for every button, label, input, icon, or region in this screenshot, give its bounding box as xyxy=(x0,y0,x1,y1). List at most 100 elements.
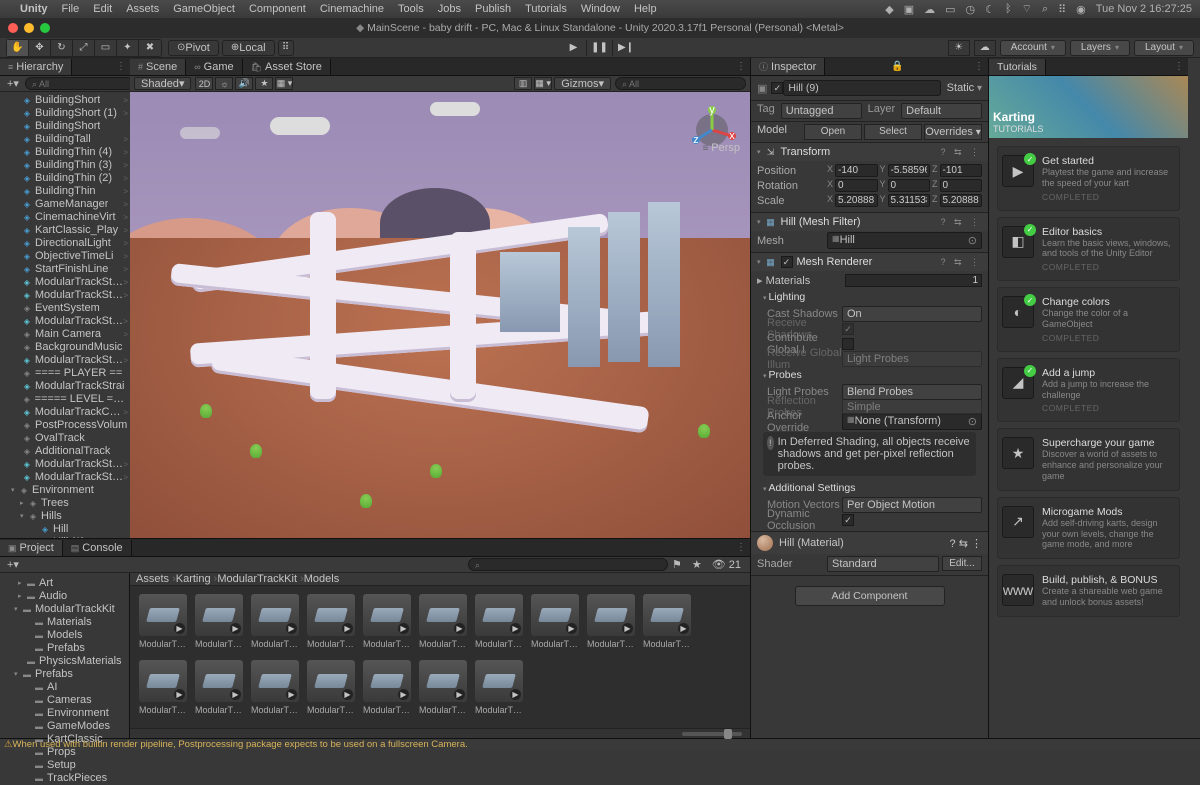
model-overrides-button[interactable]: Overrides ▾ xyxy=(924,124,982,140)
hierarchy-item[interactable]: ◈StartFinishLine> xyxy=(0,263,130,276)
menu-window[interactable]: Window xyxy=(581,3,620,15)
asset-item[interactable]: ModularTr… xyxy=(194,594,244,654)
scale-y-input[interactable] xyxy=(888,194,930,207)
mesh-field[interactable]: Hill⊙ xyxy=(827,232,982,249)
menu-jobs[interactable]: Jobs xyxy=(438,3,461,15)
collab-icon[interactable]: ☀ xyxy=(948,40,970,56)
inspector-lock-icon[interactable]: 🔒 xyxy=(891,61,903,72)
project-panel-menu-icon[interactable]: ⋮ xyxy=(736,542,746,553)
project-tab[interactable]: ▣Project xyxy=(0,540,63,556)
gameobject-enabled-checkbox[interactable] xyxy=(771,82,783,94)
contribute-gi-checkbox[interactable] xyxy=(842,338,854,350)
game-tab[interactable]: ∞Game xyxy=(186,59,242,75)
fx-toggle[interactable]: ★ xyxy=(255,77,273,90)
asset-item[interactable]: ModularTr… xyxy=(138,594,188,654)
scale-tool-button[interactable]: ⤢ xyxy=(73,40,95,56)
asset-item[interactable]: ModularTr… xyxy=(642,594,692,654)
hierarchy-item[interactable]: ◈==== PLAYER == xyxy=(0,367,130,380)
hierarchy-item[interactable]: ◈BuildingThin (3)> xyxy=(0,159,130,172)
hierarchy-item[interactable]: ◈Main Camera> xyxy=(0,328,130,341)
lighting-toggle[interactable]: ☼ xyxy=(215,77,233,90)
hand-tool-button[interactable]: ✋ xyxy=(7,40,29,56)
layout-dropdown[interactable]: Layout xyxy=(1134,40,1194,56)
scene-tab[interactable]: #Scene xyxy=(130,59,186,75)
menu-edit[interactable]: Edit xyxy=(93,3,112,15)
project-folder[interactable]: ▬Setup xyxy=(0,759,129,772)
audio-toggle[interactable]: 🔊 xyxy=(235,77,253,90)
add-component-button[interactable]: Add Component xyxy=(795,586,945,606)
project-fav-icon[interactable]: ★ xyxy=(688,558,706,571)
probes-foldout[interactable]: Probes xyxy=(757,366,982,384)
hierarchy-item[interactable]: ◈BuildingShort> xyxy=(0,94,130,107)
hierarchy-item[interactable]: ◈BuildingTall> xyxy=(0,133,130,146)
model-select-button[interactable]: Select xyxy=(864,124,922,140)
menu-component[interactable]: Component xyxy=(249,3,306,15)
menu-file[interactable]: File xyxy=(62,3,80,15)
hierarchy-item[interactable]: ◈BuildingThin (2)> xyxy=(0,172,130,185)
shader-edit-button[interactable]: Edit... xyxy=(942,556,982,571)
layer-dropdown[interactable]: Default xyxy=(901,103,982,119)
breadcrumb-item[interactable]: Models xyxy=(304,573,339,585)
menu-help[interactable]: Help xyxy=(634,3,657,15)
transform-tool-button[interactable]: ✦ xyxy=(117,40,139,56)
console-tab[interactable]: ▤Console xyxy=(63,540,132,556)
menu-assets[interactable]: Assets xyxy=(126,3,159,15)
custom-tool-button[interactable]: ✖ xyxy=(139,40,161,56)
asset-item[interactable]: ModularTr… xyxy=(306,660,356,720)
hierarchy-item[interactable]: ◈BuildingThin> xyxy=(0,185,130,198)
project-folder[interactable]: ▬Environment xyxy=(0,707,129,720)
hierarchy-item[interactable]: ◈OvalTrack xyxy=(0,432,130,445)
tutorial-card[interactable]: ▶✓ Get startedPlaytest the game and incr… xyxy=(997,146,1180,211)
light-probes-dropdown[interactable]: Blend Probes xyxy=(842,384,982,400)
position-z-input[interactable] xyxy=(940,164,982,177)
rotation-z-input[interactable] xyxy=(940,179,982,192)
rotate-tool-button[interactable]: ↻ xyxy=(51,40,73,56)
gameobject-name-input[interactable] xyxy=(783,80,940,96)
hierarchy-item[interactable]: ▾◈Environment xyxy=(0,484,130,497)
lighting-foldout[interactable]: Lighting xyxy=(757,288,982,306)
asset-item[interactable]: ModularTr… xyxy=(250,594,300,654)
local-toggle[interactable]: ⊕ Local xyxy=(222,40,275,56)
account-dropdown[interactable]: Account xyxy=(1000,40,1066,56)
hierarchy-item[interactable]: ◈CinemachineVirt> xyxy=(0,211,130,224)
play-button[interactable]: ▶ xyxy=(561,40,587,56)
gizmos-dropdown[interactable]: Gizmos ▾ xyxy=(554,77,611,90)
snap-toggle[interactable]: ⠿ xyxy=(278,40,294,56)
receive-shadows-checkbox[interactable] xyxy=(842,323,854,335)
tutorial-hero[interactable]: KartingTUTORIALS xyxy=(989,76,1188,138)
tray-search-icon[interactable]: ⌕ xyxy=(1042,3,1048,16)
tray-display-icon[interactable]: ▭ xyxy=(945,3,955,16)
window-zoom-button[interactable] xyxy=(40,23,50,33)
project-folder[interactable]: ▬Models xyxy=(0,629,129,642)
hierarchy-item[interactable]: ▾◈Hills xyxy=(0,510,130,523)
renderer-enabled-checkbox[interactable] xyxy=(781,256,793,268)
project-folder[interactable]: ▬AI xyxy=(0,681,129,694)
hierarchy-item[interactable]: ▸◈Trees xyxy=(0,497,130,510)
asset-item[interactable]: ModularTr… xyxy=(362,594,412,654)
project-folder[interactable]: ▬Materials xyxy=(0,616,129,629)
hierarchy-item[interactable]: ◈ModularTrackStrai> xyxy=(0,471,130,484)
hierarchy-item[interactable]: ◈ModularTrackStrai> xyxy=(0,458,130,471)
meshrenderer-header[interactable]: ▾▦ Mesh Renderer? ⇆ ⋮ xyxy=(751,253,988,271)
project-search-input[interactable] xyxy=(468,558,668,571)
menu-tools[interactable]: Tools xyxy=(398,3,424,15)
asset-item[interactable]: ModularTr… xyxy=(194,660,244,720)
project-create-button[interactable]: +▾ xyxy=(3,558,23,571)
window-close-button[interactable] xyxy=(8,23,18,33)
camera-toggle[interactable]: ▥ xyxy=(514,77,532,90)
hierarchy-item[interactable]: ◈BackgroundMusic xyxy=(0,341,130,354)
shader-dropdown[interactable]: Standard xyxy=(827,556,939,572)
tutorials-tab[interactable]: Tutorials xyxy=(989,59,1046,75)
position-x-input[interactable] xyxy=(835,164,877,177)
hierarchy-item[interactable]: ◈ModularTrackStrai> xyxy=(0,354,130,367)
tray-dnd-icon[interactable]: ☾ xyxy=(985,3,995,16)
tray-cloud-icon[interactable]: ☁ xyxy=(924,3,935,16)
grid-toggle[interactable]: ▦ ▾ xyxy=(534,77,552,90)
asset-item[interactable]: ModularTr… xyxy=(362,660,412,720)
tray-siri-icon[interactable]: ◉ xyxy=(1076,3,1086,16)
asset-item[interactable]: ModularTr… xyxy=(474,660,524,720)
asset-item[interactable]: ModularTr… xyxy=(418,594,468,654)
anchor-override-field[interactable]: None (Transform)⊙ xyxy=(842,413,982,430)
model-open-button[interactable]: Open xyxy=(804,124,862,140)
scale-z-input[interactable] xyxy=(940,194,982,207)
